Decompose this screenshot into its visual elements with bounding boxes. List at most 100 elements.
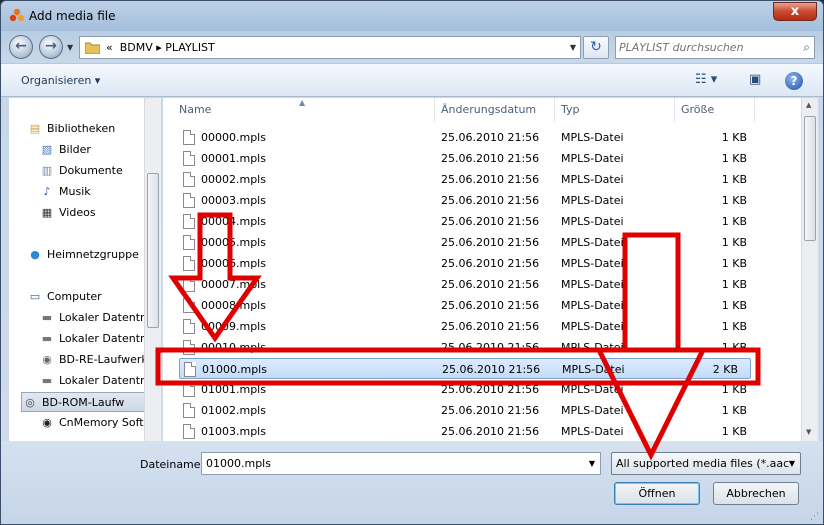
- title-bar[interactable]: Add media file x: [1, 1, 823, 31]
- file-size: 1 KB: [721, 173, 747, 186]
- nav-item-4[interactable]: ▦ Videos: [39, 203, 96, 223]
- filename-combobox[interactable]: ▼: [201, 452, 601, 475]
- file-list: Name ▲ Änderungsdatum Typ Größe 00000.mp…: [163, 98, 818, 441]
- scroll-up-icon[interactable]: ▲: [806, 101, 811, 109]
- resize-grip-icon[interactable]: ⋰: [810, 512, 819, 522]
- file-list-scrollbar-thumb[interactable]: [804, 116, 816, 241]
- nav-item-12[interactable]: ◉ CnMemory Soft: [39, 413, 143, 433]
- address-bar[interactable]: « BDMV ▸ PLAYLIST ▼: [79, 36, 581, 59]
- file-name: 00003.mpls: [201, 194, 266, 207]
- file-icon: [183, 424, 195, 439]
- nav-item-11[interactable]: ◎ BD-ROM-Laufw: [21, 392, 160, 412]
- file-row[interactable]: 00008.mpls 25.06.2010 21:56 MPLS-Datei 1 KB: [171, 295, 751, 316]
- nav-item-label: Bilder: [59, 143, 91, 156]
- file-row[interactable]: 00007.mpls 25.06.2010 21:56 MPLS-Datei 1 KB: [171, 274, 751, 295]
- view-options-icon[interactable]: ☷ ▾: [695, 72, 717, 90]
- nav-item-10[interactable]: ▬ Lokaler Datenträ: [39, 371, 151, 391]
- nav-item-7[interactable]: ▬ Lokaler Datenträ: [39, 308, 151, 328]
- nav-scrollbar[interactable]: [144, 98, 161, 441]
- file-row[interactable]: 00000.mpls 25.06.2010 21:56 MPLS-Datei 1 KB: [171, 127, 751, 148]
- file-row[interactable]: 00005.mpls 25.06.2010 21:56 MPLS-Datei 1 KB: [171, 232, 751, 253]
- search-icon[interactable]: ⌕: [803, 40, 810, 55]
- filetype-select[interactable]: All supported media files (*.aac ▼: [611, 452, 801, 475]
- file-row[interactable]: 00001.mpls 25.06.2010 21:56 MPLS-Datei 1 KB: [171, 148, 751, 169]
- file-size: 1 KB: [721, 404, 747, 417]
- address-bar-row: ← → ▼ « BDMV ▸ PLAYLIST ▼ ↻ ⌕: [1, 31, 823, 63]
- help-icon[interactable]: ?: [785, 72, 803, 90]
- file-date: 25.06.2010 21:56: [441, 299, 540, 312]
- file-row[interactable]: 01002.mpls 25.06.2010 21:56 MPLS-Datei 1 KB: [171, 400, 751, 421]
- column-header-size[interactable]: Größe: [675, 98, 755, 122]
- file-row[interactable]: 01003.mpls 25.06.2010 21:56 MPLS-Datei 1 KB: [171, 421, 751, 441]
- file-row[interactable]: 00006.mpls 25.06.2010 21:56 MPLS-Datei 1 KB: [171, 253, 751, 274]
- preview-pane-icon[interactable]: ▣: [749, 72, 761, 90]
- filetype-dropdown-icon[interactable]: ▼: [789, 453, 795, 474]
- file-type: MPLS-Datei: [561, 341, 624, 354]
- nav-item-0[interactable]: ▤ Bibliotheken: [27, 119, 115, 139]
- file-row[interactable]: 00003.mpls 25.06.2010 21:56 MPLS-Datei 1 KB: [171, 190, 751, 211]
- refresh-button[interactable]: ↻: [583, 36, 609, 59]
- cancel-button[interactable]: Abbrechen: [713, 482, 799, 505]
- file-date: 25.06.2010 21:56: [441, 383, 540, 396]
- music-icon: ♪: [43, 185, 51, 198]
- file-name: 00007.mpls: [201, 278, 266, 291]
- file-date: 25.06.2010 21:56: [441, 320, 540, 333]
- drive-icon: ▬: [41, 332, 53, 345]
- file-row[interactable]: 01000.mpls 25.06.2010 21:56 MPLS-Datei 2 KB: [179, 358, 751, 379]
- homegroup-icon: ●: [30, 248, 40, 261]
- nav-item-9[interactable]: ◉ BD-RE-Laufwerk: [39, 350, 148, 370]
- nav-item-label: Lokaler Datenträ: [59, 374, 152, 387]
- search-input[interactable]: [619, 40, 789, 55]
- nav-item-6[interactable]: ▭ Computer: [27, 287, 102, 307]
- history-dropdown-icon[interactable]: ▼: [67, 43, 73, 52]
- nav-item-1[interactable]: ▧ Bilder: [39, 140, 91, 160]
- close-button[interactable]: x: [773, 2, 817, 21]
- libraries-icon: ▤: [29, 122, 41, 135]
- file-name: 01002.mpls: [201, 404, 266, 417]
- file-name: 00000.mpls: [201, 131, 266, 144]
- organize-button[interactable]: Organisieren ▾: [21, 74, 100, 87]
- forward-arrow-icon: →: [45, 38, 57, 54]
- file-row[interactable]: 00009.mpls 25.06.2010 21:56 MPLS-Datei 1 KB: [171, 316, 751, 337]
- nav-item-label: Musik: [59, 185, 91, 198]
- back-button[interactable]: ←: [9, 35, 33, 59]
- filename-label: Dateiname:: [140, 458, 205, 471]
- nav-scrollbar-thumb[interactable]: [147, 173, 159, 328]
- file-row[interactable]: 00010.mpls 25.06.2010 21:56 MPLS-Datei 1 KB: [171, 337, 751, 358]
- filename-dropdown-icon[interactable]: ▼: [589, 459, 595, 468]
- nav-item-5[interactable]: ● Heimnetzgruppe: [27, 245, 139, 265]
- search-box[interactable]: ⌕: [615, 36, 815, 59]
- nav-item-3[interactable]: ♪ Musik: [39, 182, 91, 202]
- nav-item-8[interactable]: ▬ Lokaler Datenträ: [39, 329, 151, 349]
- cd-icon: ◉: [42, 416, 52, 429]
- sort-ascending-icon: ▲: [299, 98, 306, 107]
- breadcrumb[interactable]: « BDMV ▸ PLAYLIST: [106, 41, 215, 54]
- file-type: MPLS-Datei: [561, 320, 624, 333]
- file-row[interactable]: 00004.mpls 25.06.2010 21:56 MPLS-Datei 1 KB: [171, 211, 751, 232]
- computer-icon: ▭: [29, 290, 41, 303]
- file-size: 1 KB: [721, 194, 747, 207]
- file-name: 01001.mpls: [201, 383, 266, 396]
- filename-input[interactable]: [206, 456, 566, 471]
- address-dropdown-icon[interactable]: ▼: [570, 43, 576, 52]
- file-type: MPLS-Datei: [561, 152, 624, 165]
- nav-item-2[interactable]: ▥ Dokumente: [39, 161, 123, 181]
- file-name: 00001.mpls: [201, 152, 266, 165]
- file-name: 00008.mpls: [201, 299, 266, 312]
- column-header-type[interactable]: Typ: [555, 98, 675, 122]
- column-header-name[interactable]: Name: [179, 98, 435, 122]
- bd-rom-icon: ◎: [25, 396, 35, 409]
- file-row[interactable]: 01001.mpls 25.06.2010 21:56 MPLS-Datei 1 KB: [171, 379, 751, 400]
- file-type: MPLS-Datei: [561, 194, 624, 207]
- scroll-down-icon[interactable]: ▼: [806, 428, 811, 436]
- file-type: MPLS-Datei: [561, 131, 624, 144]
- file-type: MPLS-Datei: [561, 215, 624, 228]
- file-list-scrollbar[interactable]: ▲ ▼: [801, 98, 818, 441]
- file-type: MPLS-Datei: [561, 173, 624, 186]
- file-row[interactable]: 00002.mpls 25.06.2010 21:56 MPLS-Datei 1 KB: [171, 169, 751, 190]
- column-header-date[interactable]: Änderungsdatum: [435, 98, 555, 122]
- file-icon: [183, 235, 195, 250]
- open-button[interactable]: Öffnen: [614, 482, 700, 505]
- file-icon: [183, 214, 195, 229]
- forward-button[interactable]: →: [39, 35, 63, 59]
